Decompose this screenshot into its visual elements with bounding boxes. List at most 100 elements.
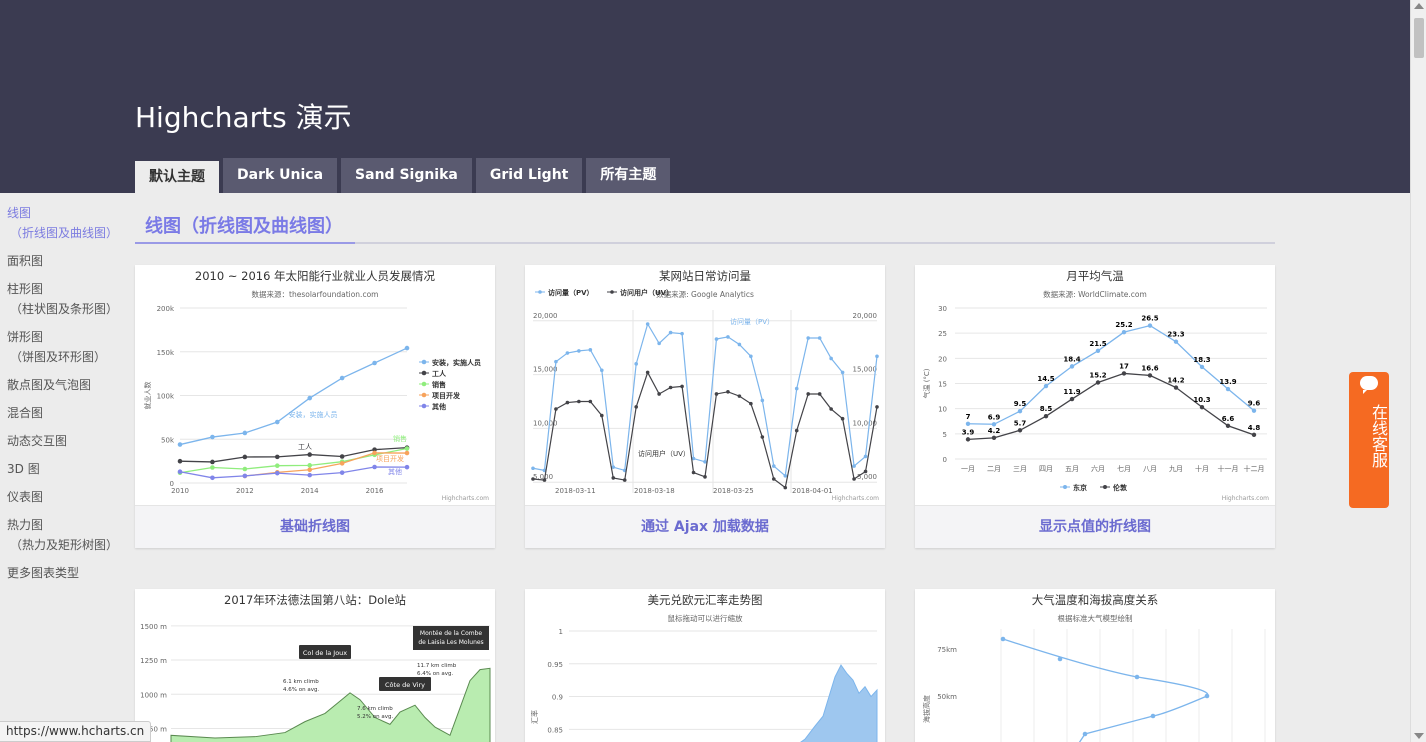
chart-area: 美元兑欧元汇率走势图 鼠标拖动可以进行缩放 0.85 0.9 0.95 1 汇率 — [525, 589, 885, 742]
data-point — [242, 454, 248, 460]
data-point — [542, 478, 547, 482]
scroll-down-arrow-icon[interactable] — [1414, 733, 1424, 739]
data-label: 11.9 — [1063, 388, 1080, 396]
data-point — [965, 437, 971, 442]
x-tick-label: 一月 — [961, 465, 975, 473]
data-point — [1134, 674, 1140, 680]
data-point — [274, 463, 280, 469]
data-point — [210, 459, 215, 465]
y-tick-label-left: 20,000 — [533, 312, 558, 320]
sidebar-item-3d[interactable]: 3D 图 — [0, 459, 125, 479]
sidebar-item-dynamic[interactable]: 动态交互图 — [0, 431, 125, 451]
data-point — [749, 401, 753, 406]
chart-area: 2010 ~ 2016 年太阳能行业就业人员发展情况 数据来源：thesolar… — [135, 265, 495, 505]
data-point — [242, 473, 248, 479]
data-point — [806, 336, 810, 340]
data-label: 9.5 — [1014, 400, 1027, 408]
y-tick-label: 0 — [943, 456, 947, 464]
chart-card-ajax[interactable]: 某网站日常访问量 数据来源: Google Analytics 5,000 5,0… — [525, 265, 885, 548]
sidebar-item-area[interactable]: 面积图 — [0, 251, 125, 271]
sidebar-item-heatmap[interactable]: 热力图 （热力及矩形树图） — [0, 515, 125, 555]
exchange-area — [800, 664, 878, 742]
online-support-button[interactable]: 在线客服 — [1349, 372, 1389, 508]
data-point — [772, 464, 776, 468]
page-scrollbar[interactable] — [1410, 0, 1426, 742]
chart-card-basic-line[interactable]: 2010 ~ 2016 年太阳能行业就业人员发展情况 数据来源：thesolar… — [135, 265, 495, 548]
legend-item: 销售 — [431, 380, 446, 389]
sidebar-item-scatter[interactable]: 散点图及气泡图 — [0, 375, 125, 395]
legend-item: 伦敦 — [1113, 483, 1128, 492]
data-point — [1069, 396, 1075, 402]
tab-grid-light[interactable]: Grid Light — [475, 158, 583, 193]
data-point — [531, 466, 535, 471]
data-point — [806, 392, 810, 396]
data-label: 23.3 — [1167, 331, 1184, 339]
data-point — [1043, 414, 1049, 419]
data-point — [565, 351, 570, 355]
chart-area: 月平均气温 数据来源: WorldClimate.com 0 5 10 15 20 25 3… — [915, 265, 1275, 505]
tab-sand-signika[interactable]: Sand Signika — [341, 158, 472, 193]
data-point — [863, 469, 868, 474]
data-label: 5.7 — [1014, 419, 1027, 427]
tab-all-themes[interactable]: 所有主题 — [586, 158, 671, 193]
x-tick-label: 2012 — [236, 487, 254, 495]
sidebar-item-sub: （热力及矩形树图） — [10, 538, 119, 552]
y-tick-label: 50k — [161, 436, 175, 444]
y-tick-label: 20 — [938, 355, 947, 363]
data-point — [242, 430, 248, 436]
sidebar-item-column[interactable]: 柱形图 （柱状图及条形图） — [0, 279, 125, 319]
card-caption-link[interactable]: 基础折线图 — [135, 505, 495, 548]
scroll-thumb[interactable] — [1414, 18, 1424, 58]
chart-card-exchange[interactable]: 美元兑欧元汇率走势图 鼠标拖动可以进行缩放 0.85 0.9 0.95 1 汇率 — [525, 589, 885, 742]
data-point — [1173, 339, 1179, 344]
data-point — [622, 478, 627, 482]
tab-default-theme[interactable]: 默认主题 — [135, 158, 219, 193]
y-tick-label: 50km — [937, 693, 957, 701]
data-label: 25.2 — [1115, 321, 1132, 329]
x-tick-label: 2016 — [366, 487, 384, 495]
sidebar-item-more[interactable]: 更多图表类型 — [0, 563, 125, 583]
sidebar-item-gauge[interactable]: 仪表图 — [0, 487, 125, 507]
chart-card-data-labels[interactable]: 月平均气温 数据来源: WorldClimate.com 0 5 10 15 20 25 3… — [915, 265, 1275, 548]
legend-item: 工人 — [432, 369, 447, 378]
y-tick-label: 0.85 — [547, 726, 563, 734]
chart-credit: Highcharts.com — [1221, 495, 1269, 502]
card-caption-link[interactable]: 通过 Ajax 加载数据 — [525, 505, 885, 548]
y-tick-label: 30 — [938, 305, 947, 313]
scroll-up-arrow-icon[interactable] — [1414, 3, 1424, 9]
data-label: 16.6 — [1141, 364, 1158, 372]
climb-annotation: 4.6% on avg. — [283, 687, 319, 693]
x-tick-label: 十一月 — [1218, 464, 1239, 473]
data-point — [210, 475, 215, 481]
data-point — [404, 450, 410, 456]
chart-card-atmosphere[interactable]: 大气温度和海拔高度关系 根据标准大气模型绘制 75km 50km 海拔高度 — [915, 589, 1275, 742]
data-point — [1000, 636, 1006, 642]
legend-marker — [538, 290, 542, 294]
data-point — [783, 485, 788, 490]
data-point — [274, 454, 280, 460]
data-point — [1150, 713, 1156, 719]
sidebar-item-line[interactable]: 线图 （折线图及曲线图） — [0, 203, 125, 243]
annotation-label: Côte de Viry — [385, 681, 425, 689]
data-point — [177, 469, 183, 475]
y-tick-label: 150k — [157, 349, 175, 357]
data-label: 18.3 — [1193, 356, 1210, 364]
x-tick-label: 七月 — [1117, 464, 1131, 473]
chart-card-stage[interactable]: 2017年环法德法国第八站：Dole站 750 m 1000 m 1250 m 150… — [135, 589, 495, 742]
sidebar-item-pie[interactable]: 饼形图 （饼图及环形图） — [0, 327, 125, 367]
sidebar-item-label: 热力图 — [7, 518, 44, 532]
x-tick-label: 四月 — [1039, 465, 1053, 473]
sidebar-item-combo[interactable]: 混合图 — [0, 403, 125, 423]
data-point — [875, 354, 879, 359]
data-point — [645, 370, 650, 375]
legend-item: 访问量（PV） — [548, 288, 594, 297]
data-label: 18.4 — [1063, 355, 1080, 363]
chart-area: 某网站日常访问量 数据来源: Google Analytics 5,000 5,0… — [525, 265, 885, 505]
y-tick-label: 100k — [157, 393, 175, 401]
data-label: 21.5 — [1089, 340, 1106, 348]
data-point — [1057, 656, 1063, 662]
card-caption-link[interactable]: 显示点值的折线图 — [915, 505, 1275, 548]
tab-dark-unica[interactable]: Dark Unica — [223, 158, 338, 193]
legend-item: 东京 — [1073, 483, 1087, 492]
sidebar: 线图 （折线图及曲线图） 面积图 柱形图 （柱状图及条形图） 饼形图 （饼图及环… — [0, 203, 125, 591]
